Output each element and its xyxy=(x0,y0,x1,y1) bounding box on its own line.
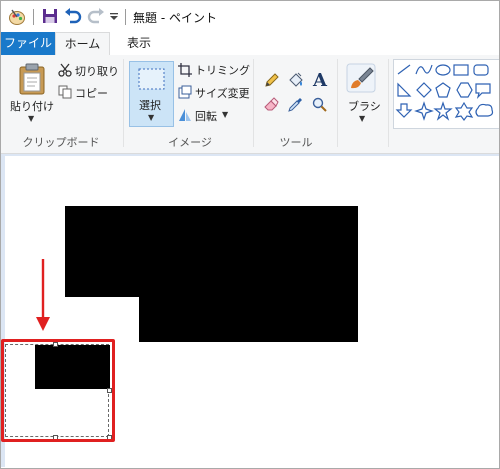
tools-group-label: ツール xyxy=(279,136,313,149)
drawn-black-shape-top xyxy=(65,206,358,297)
copy-icon xyxy=(58,85,72,99)
eraser-icon[interactable] xyxy=(264,97,279,112)
brush-icon xyxy=(346,63,376,93)
ribbon: 貼り付け ▼ 切り取り コピー クリップボード 選択 ▼ トリミング サイズ変更… xyxy=(1,55,499,154)
divider xyxy=(125,9,126,25)
diamond-shape-icon[interactable] xyxy=(416,82,432,98)
divider xyxy=(337,59,338,147)
divider xyxy=(388,59,389,147)
pencil-icon[interactable] xyxy=(264,73,279,88)
window-title: 無題 - ペイント xyxy=(133,11,217,25)
rotate-dropdown-icon: ▼ xyxy=(222,110,229,119)
right-triangle-shape-icon[interactable] xyxy=(397,82,412,97)
line-shape-icon[interactable] xyxy=(397,64,411,75)
customize-toolbar-dropdown-icon[interactable] xyxy=(109,8,119,24)
paste-dropdown-icon: ▼ xyxy=(28,114,35,123)
select-button[interactable]: 選択 ▼ xyxy=(129,61,174,127)
red-arrow-annotation xyxy=(36,259,50,331)
tab-file[interactable]: ファイル xyxy=(1,32,55,55)
fill-bucket-icon[interactable] xyxy=(288,72,304,88)
svg-text:A: A xyxy=(312,70,328,88)
resize-icon xyxy=(178,85,192,99)
rectangle-shape-icon[interactable] xyxy=(453,64,469,76)
copy-label: コピー xyxy=(75,87,108,100)
rounded-rectangle-shape-icon[interactable] xyxy=(473,64,489,76)
save-icon[interactable] xyxy=(42,8,58,24)
five-point-star-shape-icon[interactable] xyxy=(433,101,453,121)
select-label: 選択 xyxy=(139,99,161,112)
rotate-icon xyxy=(179,109,191,121)
title-bar: 無題 - ペイント xyxy=(1,1,499,32)
curve-shape-icon[interactable] xyxy=(415,64,433,75)
six-point-star-shape-icon[interactable] xyxy=(454,101,474,121)
redo-icon[interactable] xyxy=(87,8,105,24)
brushes-dropdown-icon: ▼ xyxy=(359,114,366,123)
crop-label: トリミング xyxy=(195,64,250,77)
divider xyxy=(33,9,34,25)
down-arrow-shape-icon[interactable] xyxy=(395,103,413,118)
pentagon-shape-icon[interactable] xyxy=(435,82,451,98)
undo-icon[interactable] xyxy=(64,8,82,24)
clipboard-group-label: クリップボード xyxy=(22,136,100,149)
shape-gallery-icons xyxy=(395,64,494,121)
divider xyxy=(123,59,124,147)
divider xyxy=(253,59,254,147)
hexagon-shape-icon[interactable] xyxy=(456,82,473,98)
speech-bubble-shape-icon[interactable] xyxy=(475,83,491,99)
text-tool-icon[interactable]: A xyxy=(312,70,328,88)
brushes-label: ブラシ xyxy=(348,100,381,113)
ribbon-tab-bar: ファイル ホーム 表示 xyxy=(1,32,499,56)
rotate-label: 回転 xyxy=(195,110,217,123)
red-highlight-box xyxy=(1,339,115,442)
oval-shape-icon[interactable] xyxy=(435,64,451,76)
paste-icon xyxy=(19,63,45,95)
shapes-gallery xyxy=(393,59,499,129)
drawn-black-shape-bottom xyxy=(139,297,358,342)
magnifier-icon[interactable] xyxy=(312,97,327,112)
selection-rectangle-icon xyxy=(138,68,165,90)
cut-label: 切り取り xyxy=(75,65,119,78)
tab-view[interactable]: 表示 xyxy=(110,32,168,55)
image-group-label: イメージ xyxy=(168,136,212,149)
resize-label: サイズ変更 xyxy=(195,87,250,100)
four-point-star-shape-icon[interactable] xyxy=(414,101,434,121)
paint-app-icon[interactable] xyxy=(8,8,26,26)
scissors-icon xyxy=(58,63,72,77)
select-dropdown-icon: ▼ xyxy=(148,113,155,122)
paste-label: 貼り付け xyxy=(10,100,54,113)
color-picker-icon[interactable] xyxy=(288,97,303,112)
cloud-callout-shape-icon[interactable] xyxy=(475,103,494,117)
tab-home[interactable]: ホーム xyxy=(55,32,110,55)
crop-icon xyxy=(178,63,192,77)
